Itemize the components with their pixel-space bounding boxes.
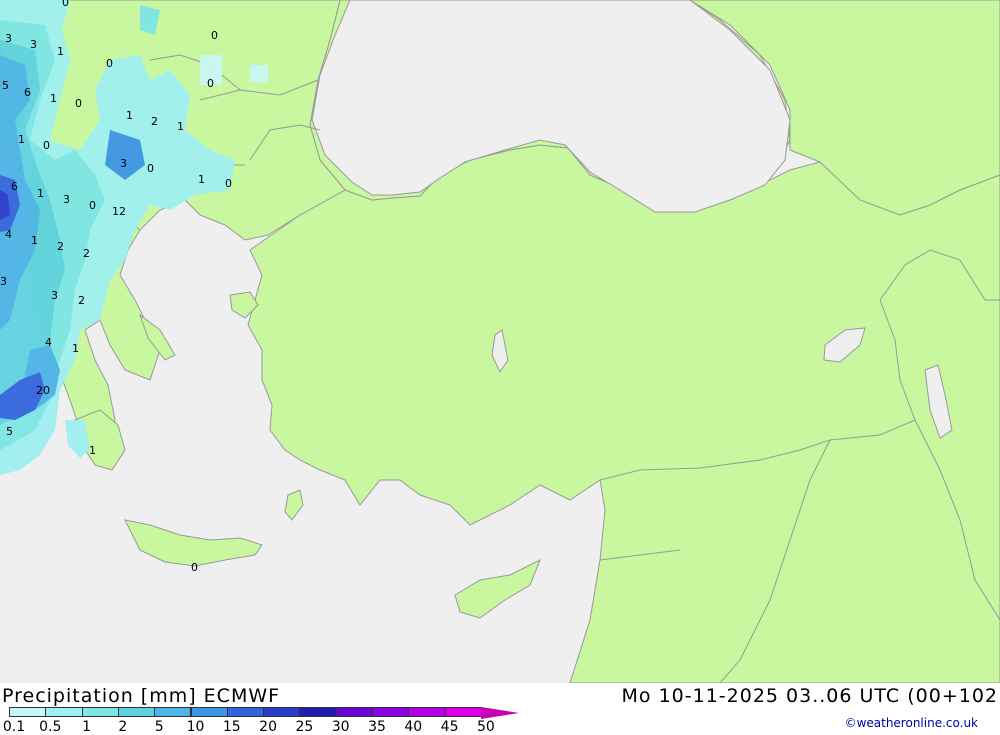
svg-text:0: 0 [207, 77, 214, 90]
svg-text:0: 0 [89, 199, 96, 212]
legend-swatch [408, 707, 446, 717]
svg-text:2: 2 [78, 294, 85, 307]
legend-swatch [444, 707, 482, 717]
svg-text:4: 4 [5, 228, 12, 241]
svg-text:2: 2 [83, 247, 90, 260]
svg-text:3: 3 [0, 275, 7, 288]
legend-swatch [335, 707, 373, 717]
svg-text:12: 12 [112, 205, 126, 218]
legend-swatch [299, 707, 337, 717]
legend-swatch [154, 707, 192, 717]
svg-text:0: 0 [106, 57, 113, 70]
legend-swatch [117, 707, 156, 717]
legend-swatch [81, 707, 119, 717]
svg-text:1: 1 [126, 109, 133, 122]
svg-text:3: 3 [30, 38, 37, 51]
svg-text:5: 5 [2, 79, 9, 92]
svg-text:0: 0 [43, 139, 50, 152]
precipitation-map[interactable]: 0 3 3 1 0 0 0 5 6 1 0 1 2 1 1 0 3 0 1 0 … [0, 0, 1000, 684]
svg-text:3: 3 [5, 32, 12, 45]
svg-text:1: 1 [50, 92, 57, 105]
svg-text:1: 1 [177, 120, 184, 133]
map-canvas: 0 3 3 1 0 0 0 5 6 1 0 1 2 1 1 0 3 0 1 0 … [0, 0, 1000, 684]
svg-text:20: 20 [36, 384, 50, 397]
svg-text:0: 0 [211, 29, 218, 42]
svg-text:2: 2 [57, 240, 64, 253]
svg-text:1: 1 [37, 187, 44, 200]
svg-text:0: 0 [75, 97, 82, 110]
svg-text:1: 1 [57, 45, 64, 58]
svg-text:1: 1 [18, 133, 25, 146]
svg-text:3: 3 [63, 193, 70, 206]
legend-arrow-icon [481, 707, 519, 719]
svg-text:6: 6 [11, 180, 18, 193]
credit-link[interactable]: ©weatheronline.co.uk [845, 716, 978, 730]
map-footer: Precipitation [mm] ECMWF Mo 10-11-2025 0… [0, 683, 1000, 735]
svg-text:0: 0 [62, 0, 69, 9]
svg-text:1: 1 [89, 444, 96, 457]
legend-swatch [190, 707, 228, 717]
svg-text:3: 3 [120, 157, 127, 170]
svg-text:0: 0 [225, 177, 232, 190]
legend-swatch [226, 707, 265, 717]
svg-text:6: 6 [24, 86, 31, 99]
color-scale-legend: 0.1 0.5 1 2 5 10 15 20 25 30 35 40 45 50 [3, 707, 521, 735]
legend-swatch [45, 707, 83, 717]
svg-text:5: 5 [6, 425, 13, 438]
svg-text:3: 3 [51, 289, 58, 302]
svg-text:0: 0 [191, 561, 198, 574]
legend-swatch [263, 707, 301, 717]
svg-text:2: 2 [151, 115, 158, 128]
svg-text:0: 0 [147, 162, 154, 175]
legend-swatch [372, 707, 410, 717]
svg-text:1: 1 [31, 234, 38, 247]
svg-text:1: 1 [198, 173, 205, 186]
map-title: Precipitation [mm] ECMWF [2, 685, 281, 707]
svg-text:4: 4 [45, 336, 52, 349]
legend-swatch [9, 707, 47, 717]
svg-text:1: 1 [72, 342, 79, 355]
forecast-run-info: Mo 10-11-2025 03..06 UTC (00+102 [621, 685, 998, 707]
